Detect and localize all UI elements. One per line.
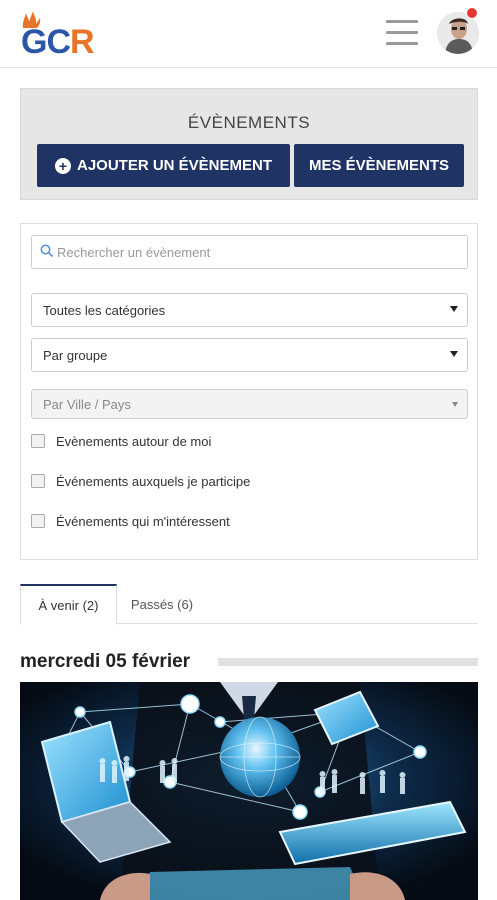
search-box[interactable] — [31, 235, 468, 269]
my-events-button[interactable]: MES ÉVÈNEMENTS — [294, 144, 464, 187]
city-select-value: Par Ville / Pays — [43, 396, 131, 412]
checkbox[interactable] — [31, 474, 45, 488]
group-select[interactable]: Par groupe — [31, 338, 468, 372]
event-image[interactable] — [20, 682, 478, 900]
logo-c: C — [46, 23, 71, 61]
search-input[interactable] — [57, 236, 457, 268]
checkbox-label: Evènements autour de moi — [56, 433, 212, 449]
date-group-header: mercredi 05 février — [20, 649, 478, 675]
checkbox[interactable] — [31, 434, 45, 448]
technology-network-illustration — [20, 682, 478, 900]
checkbox-interested[interactable]: Événements qui m'intéressent — [31, 511, 230, 531]
category-select-value: Toutes les catégories — [43, 302, 166, 318]
checkbox-around-me[interactable]: Evènements autour de moi — [31, 431, 211, 451]
add-event-label: AJOUTER UN ÉVÈNEMENT — [76, 157, 273, 174]
logo-text: GCR — [21, 22, 95, 62]
logo-g: G — [21, 23, 47, 61]
events-header: ÉVÈNEMENTS + AJOUTER UN ÉVÈNEMENT MES ÉV… — [20, 88, 478, 200]
caret-down-icon — [450, 351, 458, 357]
filter-panel: Toutes les catégories Par groupe Par Vil… — [20, 223, 478, 560]
date-heading: mercredi 05 février — [20, 651, 191, 672]
checkbox[interactable] — [31, 514, 45, 528]
category-select[interactable]: Toutes les catégories — [31, 293, 468, 327]
tab-past[interactable]: Passés (6) — [118, 584, 206, 624]
gcr-logo[interactable]: GCR — [18, 10, 118, 62]
checkbox-participating[interactable]: Événements auxquels je participe — [31, 471, 250, 491]
my-events-label: MES ÉVÈNEMENTS — [308, 157, 450, 174]
hamburger-icon[interactable] — [386, 20, 418, 48]
plus-circle-icon: + — [54, 157, 71, 174]
checkbox-label: Événements qui m'intéressent — [56, 513, 230, 529]
checkbox-label: Événements auxquels je participe — [56, 473, 251, 489]
divider — [218, 658, 478, 666]
logo-r: R — [70, 23, 95, 61]
caret-down-icon — [450, 306, 458, 312]
notification-badge — [466, 7, 478, 19]
event-tabs: À venir (2) Passés (6) — [20, 584, 478, 625]
add-event-button[interactable]: + AJOUTER UN ÉVÈNEMENT — [37, 144, 290, 187]
search-icon — [40, 244, 54, 258]
caret-down-icon — [452, 402, 458, 407]
app-header: GCR — [0, 0, 497, 68]
tab-upcoming[interactable]: À venir (2) — [20, 584, 117, 625]
city-country-select[interactable]: Par Ville / Pays — [31, 389, 468, 419]
group-select-value: Par groupe — [43, 347, 108, 363]
page-title: ÉVÈNEMENTS — [187, 113, 311, 132]
